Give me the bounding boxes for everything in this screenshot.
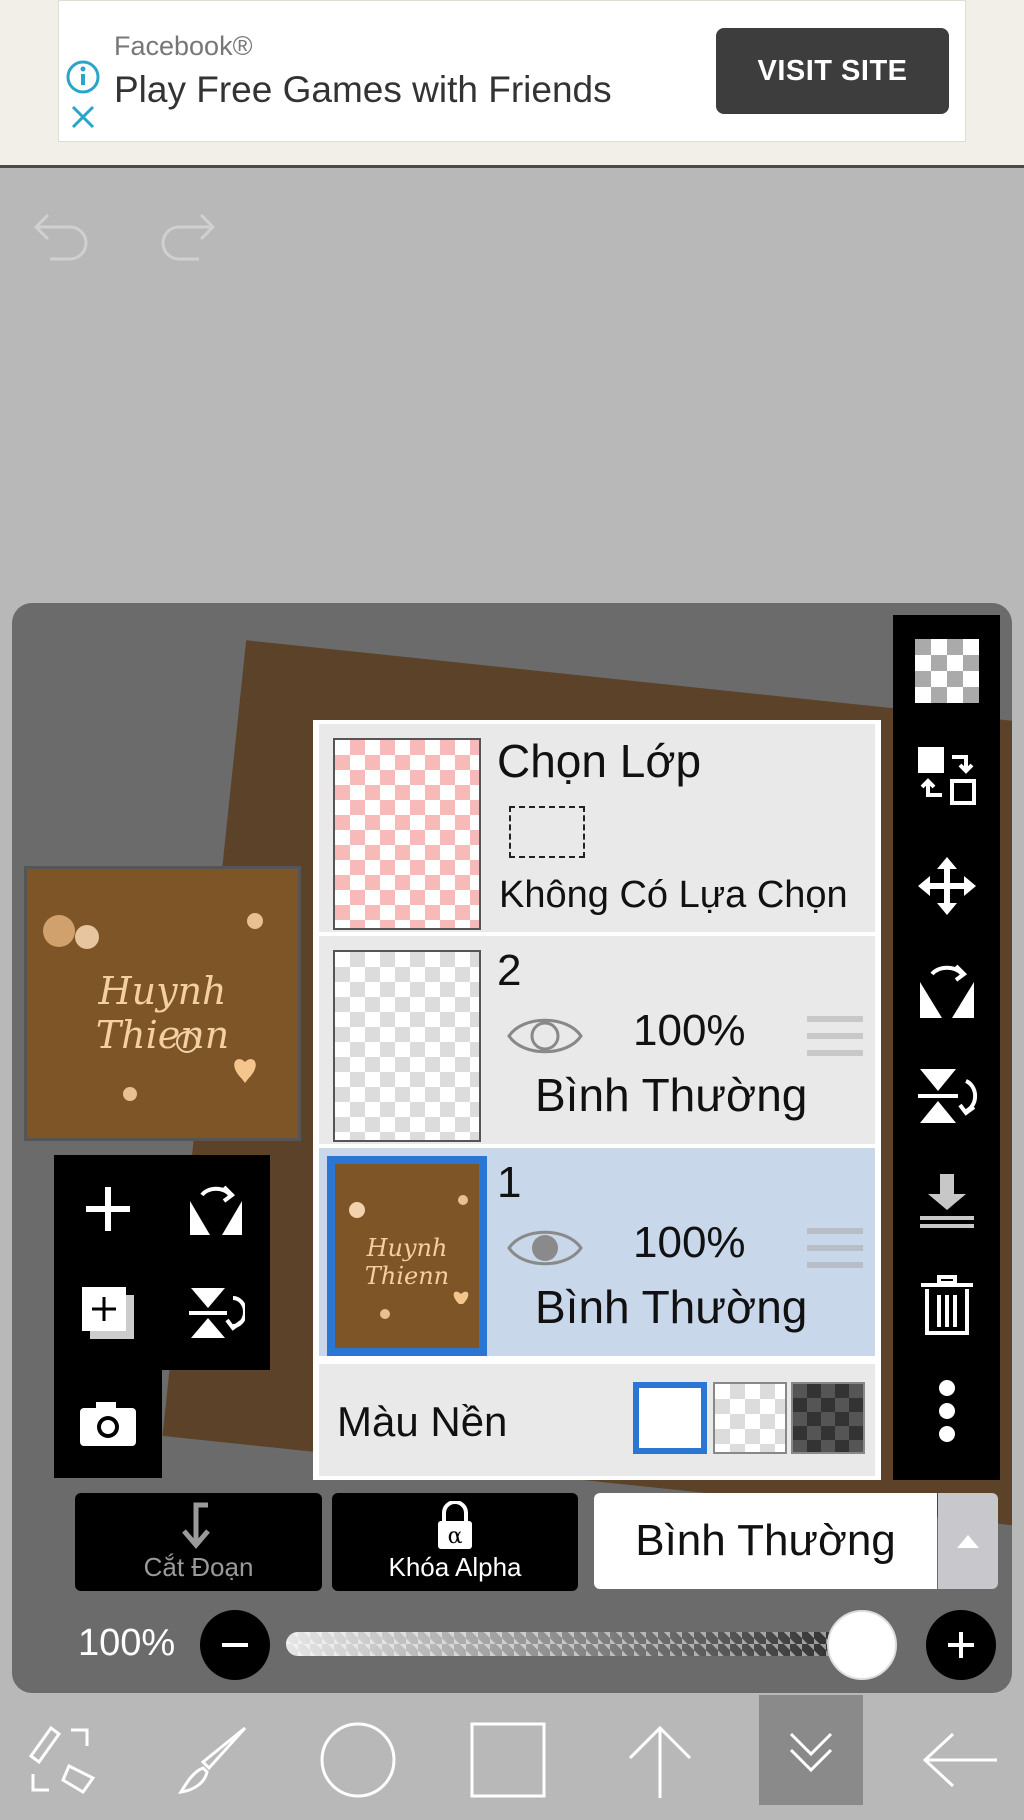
redo-icon[interactable] xyxy=(155,205,219,261)
trash-icon[interactable] xyxy=(911,1270,983,1342)
blend-mode-dropdown-button[interactable] xyxy=(938,1493,998,1589)
alpha-lock-label: Khóa Alpha xyxy=(388,1552,522,1582)
back-arrow-icon[interactable] xyxy=(914,1715,1004,1805)
plus-icon xyxy=(948,1632,974,1658)
close-icon[interactable] xyxy=(67,101,99,133)
selection-thumbnail xyxy=(333,738,481,930)
flip-layer-vertical-icon[interactable] xyxy=(180,1277,252,1349)
layer-row-2[interactable]: 2 100% Bình Thường xyxy=(319,936,875,1146)
visit-site-button[interactable]: VISIT SITE xyxy=(716,28,949,114)
lock-icon: α xyxy=(438,1501,472,1549)
layer-row-1[interactable]: Huynh Thienn 1 100% Bình Thường xyxy=(319,1148,875,1358)
svg-text:α: α xyxy=(448,1524,463,1549)
ad-banner: Facebook® Play Free Games with Friends V… xyxy=(0,0,1024,168)
drag-handle-icon[interactable] xyxy=(807,1014,863,1058)
flip-layer-horizontal-icon[interactable] xyxy=(180,1173,252,1245)
layer-blend-mode: Bình Thường xyxy=(535,1069,808,1121)
bg-checker-swatch[interactable] xyxy=(713,1382,787,1454)
clipping-label: Cắt Đoạn xyxy=(143,1552,254,1582)
layer-thumbnail-text: Huynh Thienn xyxy=(364,1234,450,1290)
opacity-label: 100% xyxy=(78,1622,176,1664)
layer-thumbnail-art: Huynh Thienn xyxy=(335,1164,479,1348)
move-icon[interactable] xyxy=(911,850,983,922)
brush-icon[interactable] xyxy=(168,1715,258,1805)
canvas-preview: Huynh Thienn xyxy=(24,866,301,1141)
ad-card[interactable]: Facebook® Play Free Games with Friends V… xyxy=(58,0,966,142)
square-icon[interactable] xyxy=(463,1715,553,1805)
camera-action xyxy=(54,1370,162,1478)
layers-list: Chọn Lớp Không Có Lựa Chọn 2 100% Bình T… xyxy=(313,720,881,1480)
eye-icon[interactable] xyxy=(507,1223,583,1273)
layer-name: 1 xyxy=(497,1158,522,1207)
ad-source: Facebook® xyxy=(114,31,253,61)
arrow-up-icon[interactable] xyxy=(615,1715,705,1805)
triangle-up-icon xyxy=(957,1535,979,1548)
selection-box-icon xyxy=(509,806,585,858)
clip-arrow-icon xyxy=(181,1502,210,1549)
eye-icon[interactable] xyxy=(507,1011,583,1061)
layer-name: 2 xyxy=(497,946,522,995)
blend-mode-select[interactable]: Bình Thường xyxy=(594,1493,937,1589)
chevron-double-down-icon[interactable] xyxy=(759,1695,863,1805)
more-icon[interactable] xyxy=(911,1375,983,1447)
background-label: Màu Nền xyxy=(337,1398,508,1445)
minus-icon xyxy=(222,1643,248,1647)
layer-thumbnail: Huynh Thienn xyxy=(327,1156,487,1356)
ad-title[interactable]: Play Free Games with Friends xyxy=(114,69,612,111)
camera-icon[interactable] xyxy=(72,1388,144,1460)
right-toolbar xyxy=(893,615,1000,1480)
bottom-toolbar xyxy=(0,1695,1024,1820)
flip-horizontal-icon[interactable] xyxy=(911,955,983,1027)
bg-white-swatch[interactable] xyxy=(633,1382,707,1454)
layer-thumbnail xyxy=(333,950,481,1142)
opacity-slider-track[interactable] xyxy=(286,1632,886,1656)
add-layer-icon[interactable] xyxy=(72,1173,144,1245)
checker-icon[interactable] xyxy=(911,635,983,707)
layer-actions xyxy=(54,1155,270,1370)
selection-layer-title: Chọn Lớp xyxy=(497,735,702,787)
undo-icon[interactable] xyxy=(30,205,94,261)
drag-handle-icon[interactable] xyxy=(807,1226,863,1270)
swap-layers-icon[interactable] xyxy=(911,740,983,812)
opacity-minus-button[interactable] xyxy=(200,1610,270,1680)
background-color-row: Màu Nền xyxy=(319,1364,875,1476)
selection-layer-row[interactable]: Chọn Lớp Không Có Lựa Chọn xyxy=(319,724,875,934)
preview-text: Huynh Thienn xyxy=(95,969,230,1057)
opacity-plus-button[interactable] xyxy=(926,1610,996,1680)
info-icon[interactable] xyxy=(65,59,101,95)
transform-icon[interactable] xyxy=(18,1715,108,1805)
merge-down-icon[interactable] xyxy=(911,1165,983,1237)
clipping-button[interactable]: Cắt Đoạn xyxy=(75,1493,322,1591)
layer-blend-mode: Bình Thường xyxy=(535,1281,808,1333)
layer-opacity: 100% xyxy=(633,1218,746,1267)
selection-status: Không Có Lựa Chọn xyxy=(499,874,848,916)
circle-icon[interactable] xyxy=(313,1715,403,1805)
opacity-slider-knob[interactable] xyxy=(827,1610,897,1680)
flip-vertical-icon[interactable] xyxy=(911,1060,983,1132)
alpha-lock-button[interactable]: α Khóa Alpha xyxy=(332,1493,578,1591)
add-copy-layer-icon[interactable] xyxy=(72,1277,144,1349)
layer-opacity: 100% xyxy=(633,1006,746,1055)
bg-dark-swatch[interactable] xyxy=(791,1382,865,1454)
